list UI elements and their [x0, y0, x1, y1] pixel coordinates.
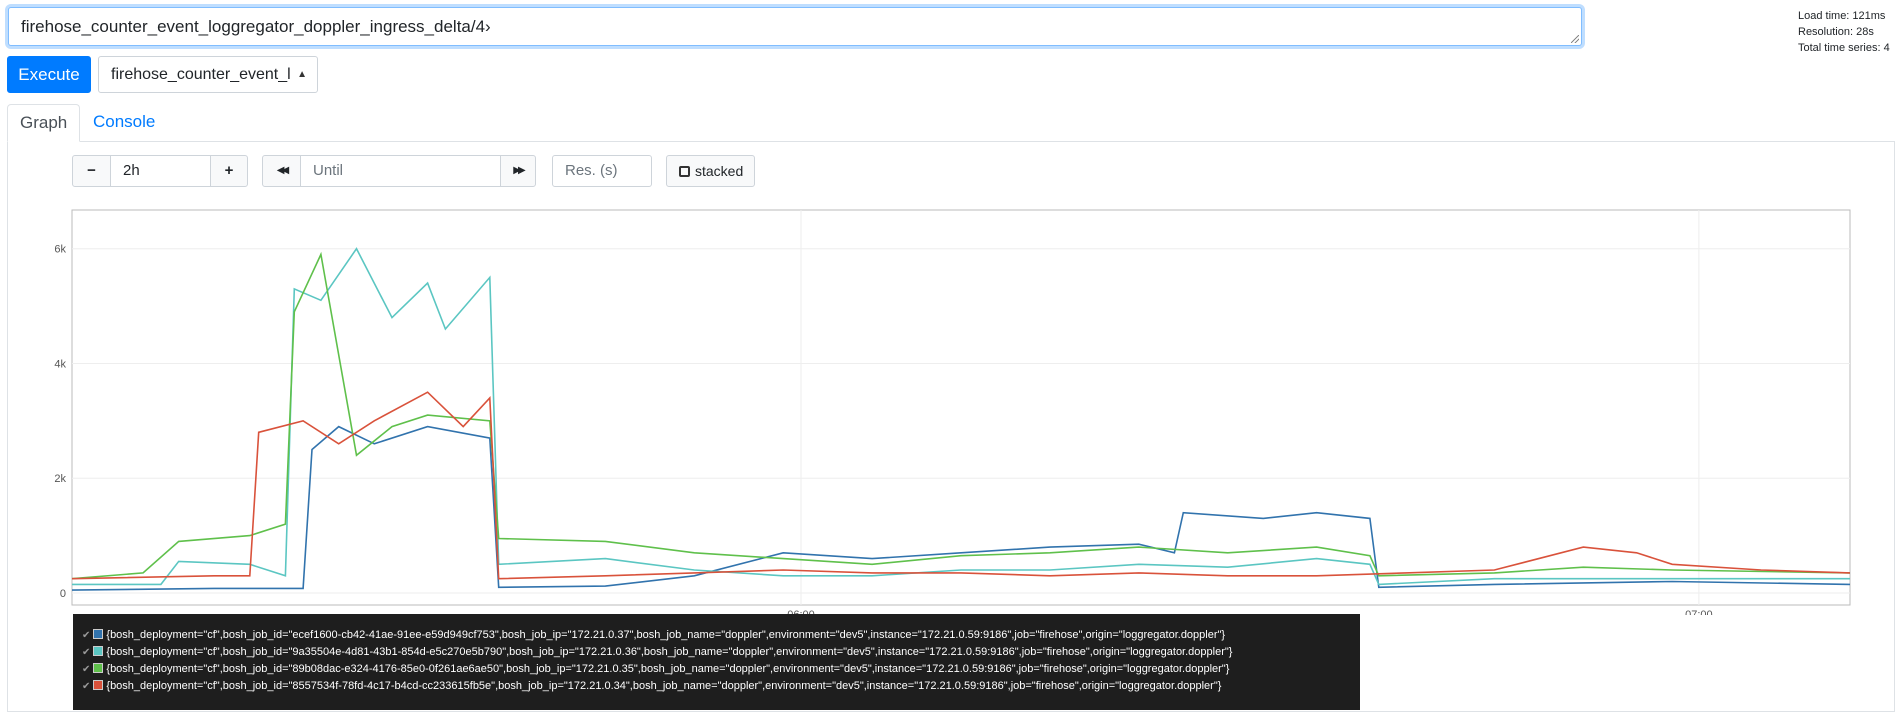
until-input[interactable]: Until [300, 155, 501, 187]
check-icon: ✔ [82, 647, 91, 658]
y-tick-label: 2k [54, 473, 66, 485]
legend: ✔ {bosh_deployment="cf",bosh_job_id="ecef… [73, 614, 1360, 710]
resolution-input[interactable]: Res. (s) [552, 155, 652, 187]
execute-button[interactable]: Execute [7, 56, 91, 93]
total-series: Total time series: 4 [1798, 42, 1890, 54]
line-chart: 02k4k6k06:00 07:00 [54, 209, 1851, 615]
tab-graph[interactable]: Graph [7, 104, 81, 142]
check-icon: ✔ [82, 664, 91, 675]
select-caret-icon: ▲ [297, 69, 307, 80]
range-input[interactable]: 2h [110, 155, 211, 187]
tab-console[interactable]: Console [81, 104, 167, 142]
expression-text: firehose_counter_event_loggregator_doppl… [21, 17, 491, 36]
check-icon: ✔ [82, 630, 91, 641]
legend-label: {bosh_deployment="cf",bosh_job_id="ecef1… [106, 629, 1226, 641]
legend-swatch [93, 629, 104, 639]
legend-item[interactable]: ✔ {bosh_deployment="cf",bosh_job_id="9a35… [82, 644, 1360, 661]
tab-bar: Graph Console [7, 104, 1895, 142]
stacked-toggle[interactable]: stacked [666, 155, 755, 187]
query-stats: Load time: 121ms Resolution: 28s Total t… [1798, 8, 1902, 56]
legend-swatch [93, 646, 104, 656]
series-line-3 [71, 251, 1851, 580]
stacked-label: stacked [695, 163, 744, 179]
check-icon: ✔ [82, 681, 91, 692]
load-time: Load time: 121ms [1798, 10, 1886, 22]
legend-item[interactable]: ✔ {bosh_deployment="cf",bosh_job_id="8557… [82, 678, 1360, 695]
metric-select-value: firehose_counter_event_l [111, 66, 291, 83]
series-line-2 [72, 247, 1850, 586]
forward-icon[interactable]: ▶▶ [500, 155, 536, 187]
y-tick-label: 4k [54, 358, 66, 370]
x-tick-label: 07:00 [1685, 609, 1713, 615]
checkbox-icon [679, 166, 690, 177]
series-line-1 [71, 425, 1851, 591]
legend-label: {bosh_deployment="cf",bosh_job_id="9a355… [106, 646, 1233, 658]
y-tick-label: 0 [60, 588, 66, 600]
range-increase-button[interactable]: + [210, 155, 248, 187]
metric-select[interactable]: firehose_counter_event_l ▲ [98, 56, 318, 93]
resize-handle[interactable] [1571, 35, 1579, 43]
legend-swatch [93, 663, 104, 673]
legend-swatch [93, 680, 104, 690]
y-tick-label: 6k [54, 244, 66, 256]
legend-item[interactable]: ✔ {bosh_deployment="cf",bosh_job_id="ecef… [82, 627, 1360, 644]
legend-label: {bosh_deployment="cf",bosh_job_id="89b08… [106, 663, 1230, 675]
legend-item[interactable]: ✔ {bosh_deployment="cf",bosh_job_id="89b0… [82, 661, 1360, 678]
range-decrease-button[interactable]: − [72, 155, 111, 187]
expression-input[interactable]: firehose_counter_event_loggregator_doppl… [8, 7, 1582, 46]
resolution: Resolution: 28s [1798, 26, 1874, 38]
legend-label: {bosh_deployment="cf",bosh_job_id="85575… [106, 680, 1222, 692]
plot-frame [71, 209, 1851, 606]
series-line-4 [71, 391, 1851, 580]
rewind-icon[interactable]: ◀◀ [262, 155, 301, 187]
